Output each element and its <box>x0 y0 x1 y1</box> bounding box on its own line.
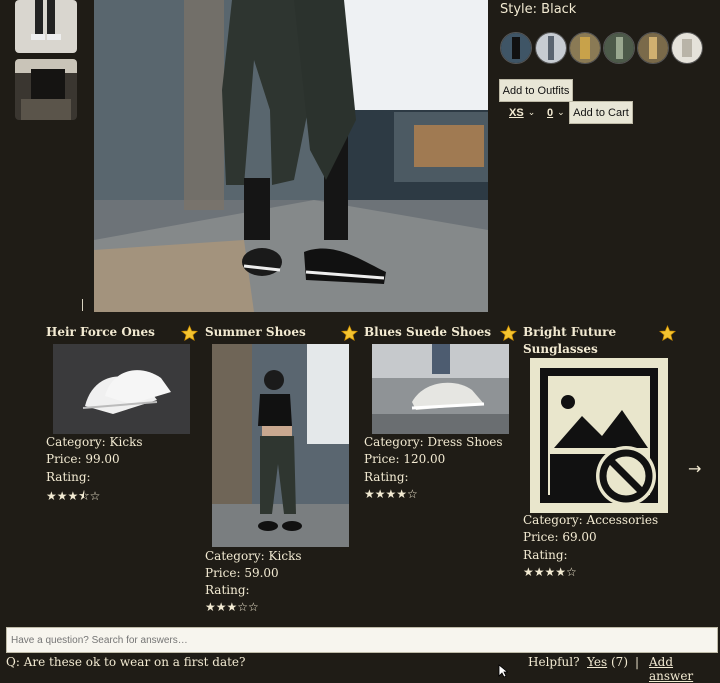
size-select[interactable]: XS ⌄ <box>509 105 535 120</box>
style-swatch-5[interactable] <box>637 32 669 64</box>
style-swatch-2[interactable] <box>535 32 567 64</box>
rating-stars: ★★★☆☆ <box>205 600 259 614</box>
size-select-value: XS <box>509 106 524 119</box>
style-swatch-4-image <box>604 33 634 63</box>
sneaker-photo <box>53 344 190 434</box>
style-swatch-1[interactable] <box>500 32 532 64</box>
product-price: Price: 59.00 <box>205 566 279 580</box>
chevron-down-icon: ⌄ <box>557 107 565 117</box>
main-product-photo <box>94 0 488 312</box>
product-category: Category: Accessories <box>523 513 659 527</box>
product-category: Category: Kicks <box>46 435 143 449</box>
add-to-outfits-button[interactable]: Add to Outfits <box>499 79 573 102</box>
scroll-indicator <box>82 299 83 311</box>
style-swatch-6-image <box>672 33 702 63</box>
product-category: Category: Kicks <box>205 549 302 563</box>
favorite-star-icon[interactable] <box>181 325 198 342</box>
add-to-cart-button[interactable]: Add to Cart <box>569 101 633 124</box>
suede-shoes-photo <box>372 344 509 434</box>
product-title: Heir Force Ones <box>46 325 155 339</box>
style-swatch-1-image <box>501 33 531 63</box>
model-photo <box>212 344 349 547</box>
product-price: Price: 120.00 <box>364 452 446 466</box>
helpful-yes-link[interactable]: Yes <box>587 655 607 669</box>
main-product-image[interactable] <box>94 0 488 312</box>
question-search-input[interactable] <box>7 628 720 653</box>
carousel-next-arrow-icon[interactable]: → <box>688 459 701 478</box>
rating-stars: ★★★★☆ <box>364 487 418 501</box>
product-title: Blues Suede Shoes <box>364 325 492 339</box>
product-image[interactable] <box>212 344 349 547</box>
product-rating-label: Rating: <box>46 470 91 484</box>
product-title: Summer Shoes <box>205 325 306 339</box>
product-image[interactable] <box>530 358 668 513</box>
quantity-select-value: 0 <box>547 106 554 119</box>
quantity-select[interactable]: 0 ⌄ <box>547 105 565 120</box>
style-swatch-5-image <box>638 33 668 63</box>
separator: | <box>635 655 640 669</box>
product-price: Price: 69.00 <box>523 530 597 544</box>
style-swatch-3[interactable] <box>569 32 601 64</box>
style-swatch-3-image <box>570 33 600 63</box>
thumbnail-2[interactable] <box>15 59 77 120</box>
favorite-star-icon[interactable] <box>500 325 517 342</box>
thumbnail-1-image <box>15 0 77 53</box>
product-category: Category: Dress Shoes <box>364 435 503 449</box>
mouse-cursor-icon <box>498 664 508 678</box>
helpful-yes-count: (7) <box>611 655 628 669</box>
add-answer-link[interactable]: Add answer <box>649 655 720 683</box>
product-title: Bright Future Sunglasses <box>523 325 617 356</box>
product-price: Price: 99.00 <box>46 452 120 466</box>
product-rating-label: Rating: <box>523 548 568 562</box>
style-label: Style: Black <box>500 2 577 17</box>
helpful-label: Helpful? <box>528 655 580 669</box>
question-search-box[interactable] <box>6 627 720 653</box>
style-swatch-6[interactable] <box>671 32 703 64</box>
rating-stars: ★★★⯪☆ <box>46 489 101 503</box>
image-unavailable-icon <box>530 358 668 513</box>
style-swatch-4[interactable] <box>603 32 635 64</box>
thumbnail-2-image <box>15 59 77 120</box>
thumbnail-1[interactable] <box>15 0 77 53</box>
product-rating-label: Rating: <box>364 470 409 484</box>
favorite-star-icon[interactable] <box>659 325 676 342</box>
favorite-star-icon[interactable] <box>341 325 358 342</box>
question-text: Q: Are these ok to wear on a first date? <box>6 655 246 669</box>
chevron-down-icon: ⌄ <box>527 107 536 117</box>
product-image[interactable] <box>372 344 509 434</box>
style-swatch-2-image <box>536 33 566 63</box>
rating-stars: ★★★★☆ <box>523 565 577 579</box>
product-rating-label: Rating: <box>205 583 250 597</box>
product-image[interactable] <box>53 344 190 434</box>
